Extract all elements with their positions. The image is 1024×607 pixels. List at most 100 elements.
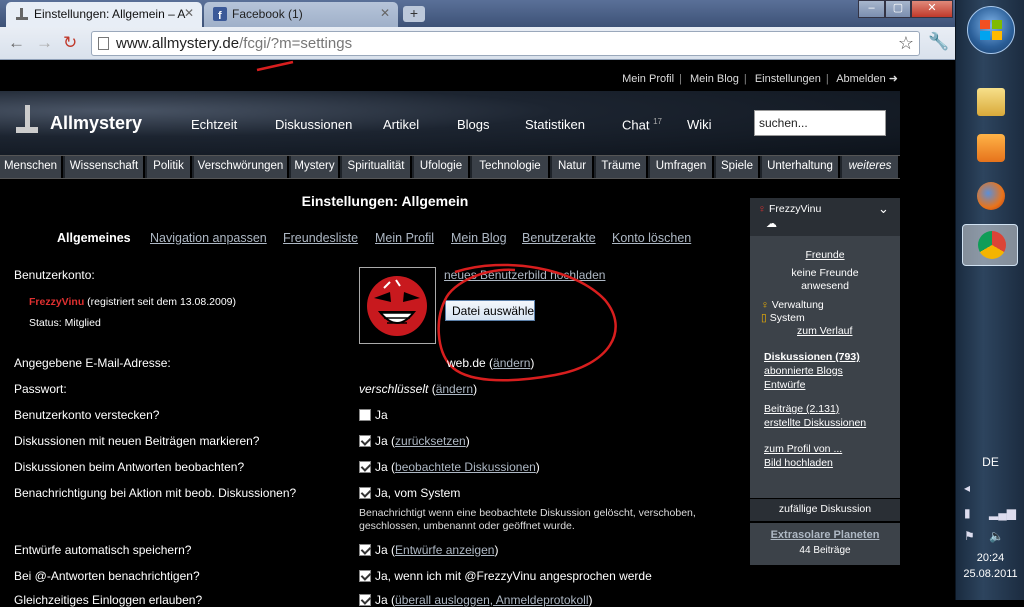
power-icon[interactable]: ▮ (964, 506, 971, 520)
nav-blogs[interactable]: Blogs (457, 117, 490, 132)
profile-link[interactable]: zum Profil von ... (764, 443, 842, 455)
annotation-stroke (256, 60, 294, 72)
allmystery-favicon-icon (16, 8, 28, 20)
cat-wissenschaft[interactable]: Wissenschaft (65, 156, 145, 178)
username[interactable]: FrezzyVinu (29, 296, 84, 308)
clock-date[interactable]: 25.08.2011 (956, 568, 1024, 580)
reset-link[interactable]: zurücksetzen (395, 434, 466, 448)
drafts-checkbox[interactable] (359, 544, 371, 556)
windows-taskbar: DE ◂ ▮ ▂▄▆ ⚑ 🔈 20:24 25.08.2011 (955, 0, 1024, 600)
sidebar-drafts-link[interactable]: Entwürfe (764, 379, 805, 391)
chevron-down-icon[interactable]: ⌄ (878, 201, 889, 217)
allmystery-logo-icon[interactable] (16, 105, 38, 135)
cat-traeume[interactable]: Träume (596, 156, 648, 178)
flag-icon[interactable]: ⚑ (964, 529, 975, 543)
discussions-link[interactable]: Diskussionen (793) (764, 351, 860, 363)
cat-natur[interactable]: Natur (552, 156, 594, 178)
network-signal-icon[interactable]: ▂▄▆ (989, 506, 1016, 520)
top-link-profile[interactable]: Mein Profil (622, 73, 674, 85)
nav-statistiken[interactable]: Statistiken (525, 117, 585, 132)
wrench-menu-icon[interactable]: 🔧 (928, 32, 949, 52)
tray-expand-icon[interactable]: ◂ (964, 481, 970, 495)
back-arrow-icon[interactable]: ← (8, 33, 25, 53)
taskbar-chrome[interactable] (962, 224, 1018, 266)
cat-umfragen[interactable]: Umfragen (650, 156, 714, 178)
top-link-logout[interactable]: Abmelden ➜ (836, 73, 898, 85)
logout-everywhere-link[interactable]: überall ausloggen, Anmeldeprotokoll (395, 593, 588, 607)
history-link[interactable]: zum Verlauf (797, 325, 852, 337)
upload-image-link[interactable]: Bild hochladen (764, 457, 833, 469)
top-link-settings[interactable]: Einstellungen (755, 73, 821, 85)
posts-link[interactable]: Beiträge (2.131) (764, 403, 839, 415)
subtab-navigation[interactable]: Navigation anpassen (150, 231, 267, 245)
drafts-link-row: Entwürfe (764, 379, 805, 391)
cat-ufologie[interactable]: Ufologie (414, 156, 470, 178)
bookmark-star-icon[interactable]: ☆ (898, 33, 914, 54)
subtab-allgemeines[interactable]: Allgemeines (57, 231, 131, 245)
mention-checkbox[interactable] (359, 570, 371, 582)
image-link-row: Bild hochladen (764, 457, 833, 469)
cat-verschwoerungen[interactable]: Verschwörungen (194, 156, 289, 178)
address-bar[interactable]: www.allmystery.de/fcgi/?m=settings ☆ (91, 31, 920, 56)
svg-text:f: f (218, 10, 222, 21)
system-row: ▯ System (761, 312, 805, 324)
hide-account-checkbox[interactable] (359, 409, 371, 421)
cat-spiele[interactable]: Spiele (716, 156, 760, 178)
windows-logo-icon (980, 20, 1002, 40)
maximize-button[interactable]: ▢ (885, 0, 911, 18)
tab-close-icon[interactable]: ✕ (184, 6, 194, 20)
email-change-link[interactable]: ändern (493, 356, 530, 370)
subtab-konto-loeschen[interactable]: Konto löschen (612, 231, 691, 245)
tab-facebook[interactable]: f Facebook (1) ✕ (204, 2, 398, 27)
created-discussions-link[interactable]: erstellte Diskussionen (764, 417, 866, 429)
nav-chat[interactable]: Chat 17 (622, 117, 662, 132)
account-label: Benutzerkonto: (14, 268, 95, 282)
nav-diskussionen[interactable]: Diskussionen (275, 117, 352, 132)
watch-discussions-checkbox[interactable] (359, 461, 371, 473)
close-window-button[interactable]: ✕ (911, 0, 953, 18)
cat-unterhaltung[interactable]: Unterhaltung (762, 156, 840, 178)
nav-artikel[interactable]: Artikel (383, 117, 419, 132)
cat-weiteres[interactable]: weiteres (842, 156, 900, 178)
cat-spiritualitaet[interactable]: Spiritualität (342, 156, 412, 178)
parallel-login-checkbox[interactable] (359, 594, 371, 606)
sidebar-username[interactable]: FrezzyVinu (769, 203, 821, 215)
nav-wiki[interactable]: Wiki (687, 117, 712, 132)
subtab-freundesliste[interactable]: Freundesliste (283, 231, 358, 245)
friends-link[interactable]: Freunde (805, 249, 844, 261)
volume-icon[interactable]: 🔈 (989, 529, 1004, 543)
nav-echtzeit[interactable]: Echtzeit (191, 117, 237, 132)
taskbar-explorer[interactable] (962, 82, 1018, 124)
cat-technologie[interactable]: Technologie (472, 156, 550, 178)
tab-close-icon[interactable]: ✕ (380, 6, 390, 20)
search-input[interactable]: suchen... (754, 110, 886, 136)
forward-arrow-icon[interactable]: → (36, 33, 53, 53)
new-tab-button[interactable]: + (403, 6, 425, 22)
random-discussion-link[interactable]: Extrasolare Planeten (750, 523, 900, 541)
cat-mystery[interactable]: Mystery (291, 156, 340, 178)
show-drafts-link[interactable]: Entwürfe anzeigen (395, 543, 494, 557)
top-link-blog[interactable]: Mein Blog (690, 73, 739, 85)
subtab-mein-blog[interactable]: Mein Blog (451, 231, 507, 245)
clock-time[interactable]: 20:24 (956, 552, 1024, 564)
cat-politik[interactable]: Politik (147, 156, 192, 178)
notify-row: Ja, vom System (359, 486, 460, 500)
subtab-benutzerakte[interactable]: Benutzerakte (522, 231, 596, 245)
url-host: www.allmystery.de (116, 35, 240, 52)
subscribed-blogs-link[interactable]: abonnierte Blogs (764, 365, 843, 377)
mark-discussions-checkbox[interactable] (359, 435, 371, 447)
minimize-button[interactable]: – (858, 0, 885, 18)
subtab-mein-profil[interactable]: Mein Profil (375, 231, 434, 245)
language-indicator[interactable]: DE (956, 455, 1024, 469)
taskbar-firefox[interactable] (962, 176, 1018, 218)
password-change-link[interactable]: ändern (436, 382, 473, 396)
reload-icon[interactable]: ↻ (63, 33, 77, 53)
chrome-icon (978, 231, 1006, 259)
tab-settings[interactable]: Einstellungen: Allgemein – A ✕ (6, 2, 202, 27)
start-button[interactable] (967, 6, 1015, 54)
site-logo[interactable]: Allmystery (50, 113, 142, 134)
cat-menschen[interactable]: Menschen (0, 156, 63, 178)
taskbar-media-player[interactable] (962, 128, 1018, 170)
watched-discussions-link[interactable]: beobachtete Diskussionen (395, 460, 536, 474)
notify-checkbox[interactable] (359, 487, 371, 499)
